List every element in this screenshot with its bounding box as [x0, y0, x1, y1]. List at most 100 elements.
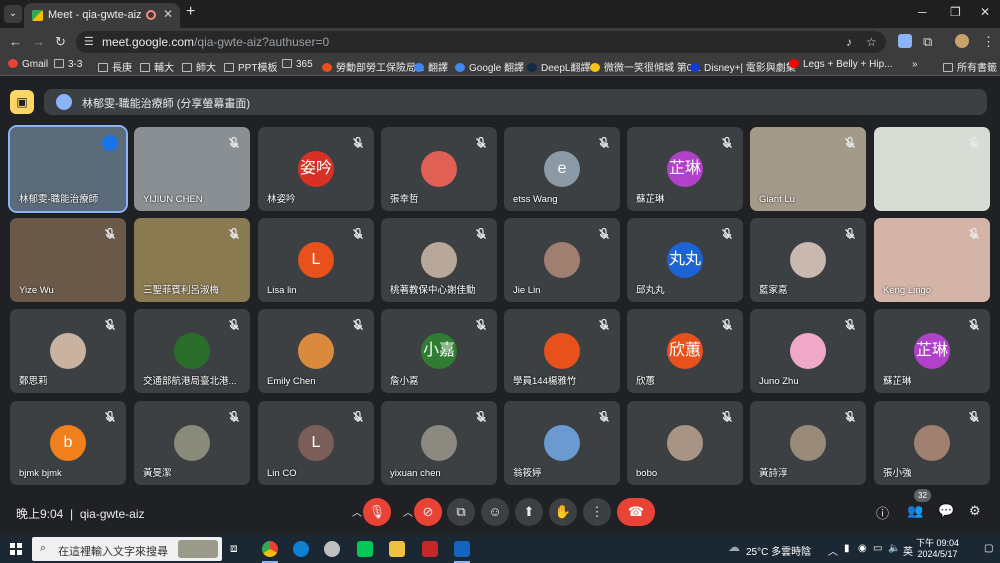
- bookmark-disney[interactable]: Disney+| 電影與劇集: [690, 59, 796, 74]
- input-method-indicator[interactable]: 英: [903, 543, 913, 558]
- chat-icon[interactable]: 💬: [938, 503, 954, 519]
- participant-tile[interactable]: Emily Chen: [258, 309, 374, 393]
- taskbar-search[interactable]: ⌕ 在這裡輸入文字來搜尋: [32, 537, 222, 561]
- show-hidden-icons-chevron-icon[interactable]: ︿: [828, 543, 838, 558]
- participant-tile[interactable]: 學員144楊雅竹: [504, 309, 620, 393]
- present-screen-button[interactable]: ⬆: [515, 498, 543, 526]
- bookmark-labor-insurance[interactable]: 勞動部勞工保險局...: [322, 59, 424, 74]
- participant-tile[interactable]: Yize Wu: [10, 218, 126, 302]
- bookmark-youtube[interactable]: Legs + Belly + Hip...: [789, 59, 893, 70]
- edge-taskbar-icon[interactable]: [293, 541, 309, 557]
- video-options-chevron-icon[interactable]: ︿: [403, 504, 413, 519]
- participant-tile[interactable]: yixuan chen: [381, 401, 497, 485]
- participant-tile[interactable]: 黃詩淳: [750, 401, 866, 485]
- participant-tile[interactable]: b bjmk bjmk: [10, 401, 126, 485]
- audio-options-chevron-icon[interactable]: ︿: [352, 504, 362, 519]
- presentation-banner[interactable]: 林郁雯-職能治療師 (分享螢幕畫面): [44, 89, 987, 115]
- windows-start-icon[interactable]: [10, 543, 22, 555]
- participant-tile[interactable]: L Lin CO: [258, 401, 374, 485]
- bookmark-deepl[interactable]: DeepL翻譯: [527, 59, 590, 74]
- participant-tile[interactable]: 翁筱婷: [504, 401, 620, 485]
- tab-close-icon[interactable]: ✕: [163, 7, 173, 21]
- bookmark-drama[interactable]: 微微一笑很傾城 第0...: [590, 59, 701, 74]
- participant-tile[interactable]: 丸丸 邱丸丸: [627, 218, 743, 302]
- bookmark-star-icon[interactable]: ☆: [866, 35, 877, 49]
- site-info-icon[interactable]: ☰: [84, 35, 94, 48]
- people-icon[interactable]: 👥: [907, 503, 923, 519]
- voice-search-icon[interactable]: ♪: [846, 35, 852, 49]
- camera-toggle-button[interactable]: ⊘: [414, 498, 442, 526]
- more-options-button[interactable]: ⋮: [583, 498, 611, 526]
- bookmark-gmail[interactable]: Gmail: [8, 59, 48, 70]
- more-bookmarks-icon[interactable]: »: [912, 59, 918, 70]
- bookmark-folder[interactable]: 輔大: [140, 59, 174, 74]
- back-icon[interactable]: ←: [9, 34, 22, 49]
- minimize-icon[interactable]: ─: [918, 5, 927, 19]
- tab-search-icon[interactable]: ⌄: [4, 5, 22, 23]
- tray-app-icon[interactable]: ◉: [858, 543, 867, 554]
- browser-menu-icon[interactable]: ⋮: [982, 34, 995, 50]
- raise-hand-button[interactable]: ✋: [549, 498, 577, 526]
- participant-tile[interactable]: 欣蕙 欣蕙: [627, 309, 743, 393]
- leave-call-button[interactable]: ☎: [617, 498, 655, 526]
- forward-icon[interactable]: →: [32, 34, 45, 49]
- volume-icon[interactable]: 🔈: [888, 543, 900, 554]
- participant-tile[interactable]: e etss Wang: [504, 127, 620, 211]
- extension-icon[interactable]: [898, 34, 912, 48]
- participant-tile[interactable]: 林郁雯-職能治療師: [8, 125, 128, 213]
- file-explorer-taskbar-icon[interactable]: [389, 541, 405, 557]
- task-view-icon[interactable]: ⧈: [230, 541, 238, 556]
- reload-icon[interactable]: ↻: [55, 34, 66, 50]
- bookmark-translate[interactable]: 翻譯: [414, 59, 448, 74]
- participant-tile[interactable]: 交通部航港局臺北港...: [134, 309, 250, 393]
- battery-icon[interactable]: ▭: [873, 543, 882, 554]
- restore-icon[interactable]: ❐: [950, 5, 961, 19]
- profile-avatar[interactable]: [955, 34, 969, 48]
- all-bookmarks[interactable]: 所有書籤: [943, 59, 997, 74]
- weather-text[interactable]: 25°C 多雲時陰: [746, 543, 811, 558]
- word-taskbar-icon[interactable]: [454, 541, 470, 557]
- window-close-icon[interactable]: ✕: [980, 5, 990, 19]
- participant-tile[interactable]: 三聖菲賓利呂淑梅: [134, 218, 250, 302]
- notification-icon[interactable]: ▢: [984, 543, 993, 554]
- extensions-puzzle-icon[interactable]: ⧉: [923, 34, 932, 50]
- address-bar[interactable]: ☰ meet.google.com/qia-gwte-aiz?authuser=…: [76, 31, 886, 53]
- bookmark-google-translate[interactable]: Google 翻譯: [455, 59, 524, 74]
- meeting-details-icon[interactable]: ⓘ: [876, 503, 889, 522]
- mcafee-taskbar-icon[interactable]: [422, 541, 438, 557]
- participant-tile[interactable]: Jie Lin: [504, 218, 620, 302]
- participant-tile[interactable]: 桃著教保中心謝佳勳: [381, 218, 497, 302]
- active-tab[interactable]: Meet - qia-gwte-aiz ✕: [24, 3, 180, 28]
- participant-tile[interactable]: bobo: [627, 401, 743, 485]
- participant-tile[interactable]: Juno Zhu: [750, 309, 866, 393]
- participant-tile[interactable]: 藍家嘉: [750, 218, 866, 302]
- participant-tile[interactable]: [874, 127, 990, 211]
- captions-button[interactable]: ⧉: [447, 498, 475, 526]
- microphone-toggle-button[interactable]: 🎙: [363, 498, 391, 526]
- participant-tile[interactable]: L Lisa lin: [258, 218, 374, 302]
- new-tab-button[interactable]: +: [186, 3, 195, 21]
- system-clock[interactable]: 下午 09:04 2024/5/17: [916, 538, 959, 560]
- participant-tile[interactable]: 芷琳 蘇芷琳: [874, 309, 990, 393]
- line-taskbar-icon[interactable]: [357, 541, 373, 557]
- activities-icon[interactable]: ⚙: [969, 503, 981, 519]
- chrome-taskbar-icon[interactable]: [262, 541, 278, 557]
- participant-tile[interactable]: 芷琳 蘇芷琳: [627, 127, 743, 211]
- participant-tile[interactable]: 張幸哲: [381, 127, 497, 211]
- participant-tile[interactable]: 張小強: [874, 401, 990, 485]
- bookmark-folder[interactable]: 師大: [182, 59, 216, 74]
- participant-tile[interactable]: Keng Lingo: [874, 218, 990, 302]
- participant-tile[interactable]: 小嘉 詹小嘉: [381, 309, 497, 393]
- participant-tile[interactable]: YIJIUN CHEN: [134, 127, 250, 211]
- bookmark-folder[interactable]: PPT模板: [224, 59, 277, 74]
- emoji-reaction-button[interactable]: ☺: [481, 498, 509, 526]
- participant-tile[interactable]: 黃旻潔: [134, 401, 250, 485]
- participant-tile[interactable]: Giant Lu: [750, 127, 866, 211]
- bookmark-folder[interactable]: 3-3: [54, 59, 82, 70]
- media-app-taskbar-icon[interactable]: [324, 541, 340, 557]
- participant-tile[interactable]: 鄭思莉: [10, 309, 126, 393]
- tray-app-icon[interactable]: ▮: [844, 543, 850, 554]
- bookmark-folder[interactable]: 365: [282, 59, 313, 70]
- participant-tile[interactable]: 姿吟 林姿吟: [258, 127, 374, 211]
- bookmark-folder[interactable]: 長庚: [98, 59, 132, 74]
